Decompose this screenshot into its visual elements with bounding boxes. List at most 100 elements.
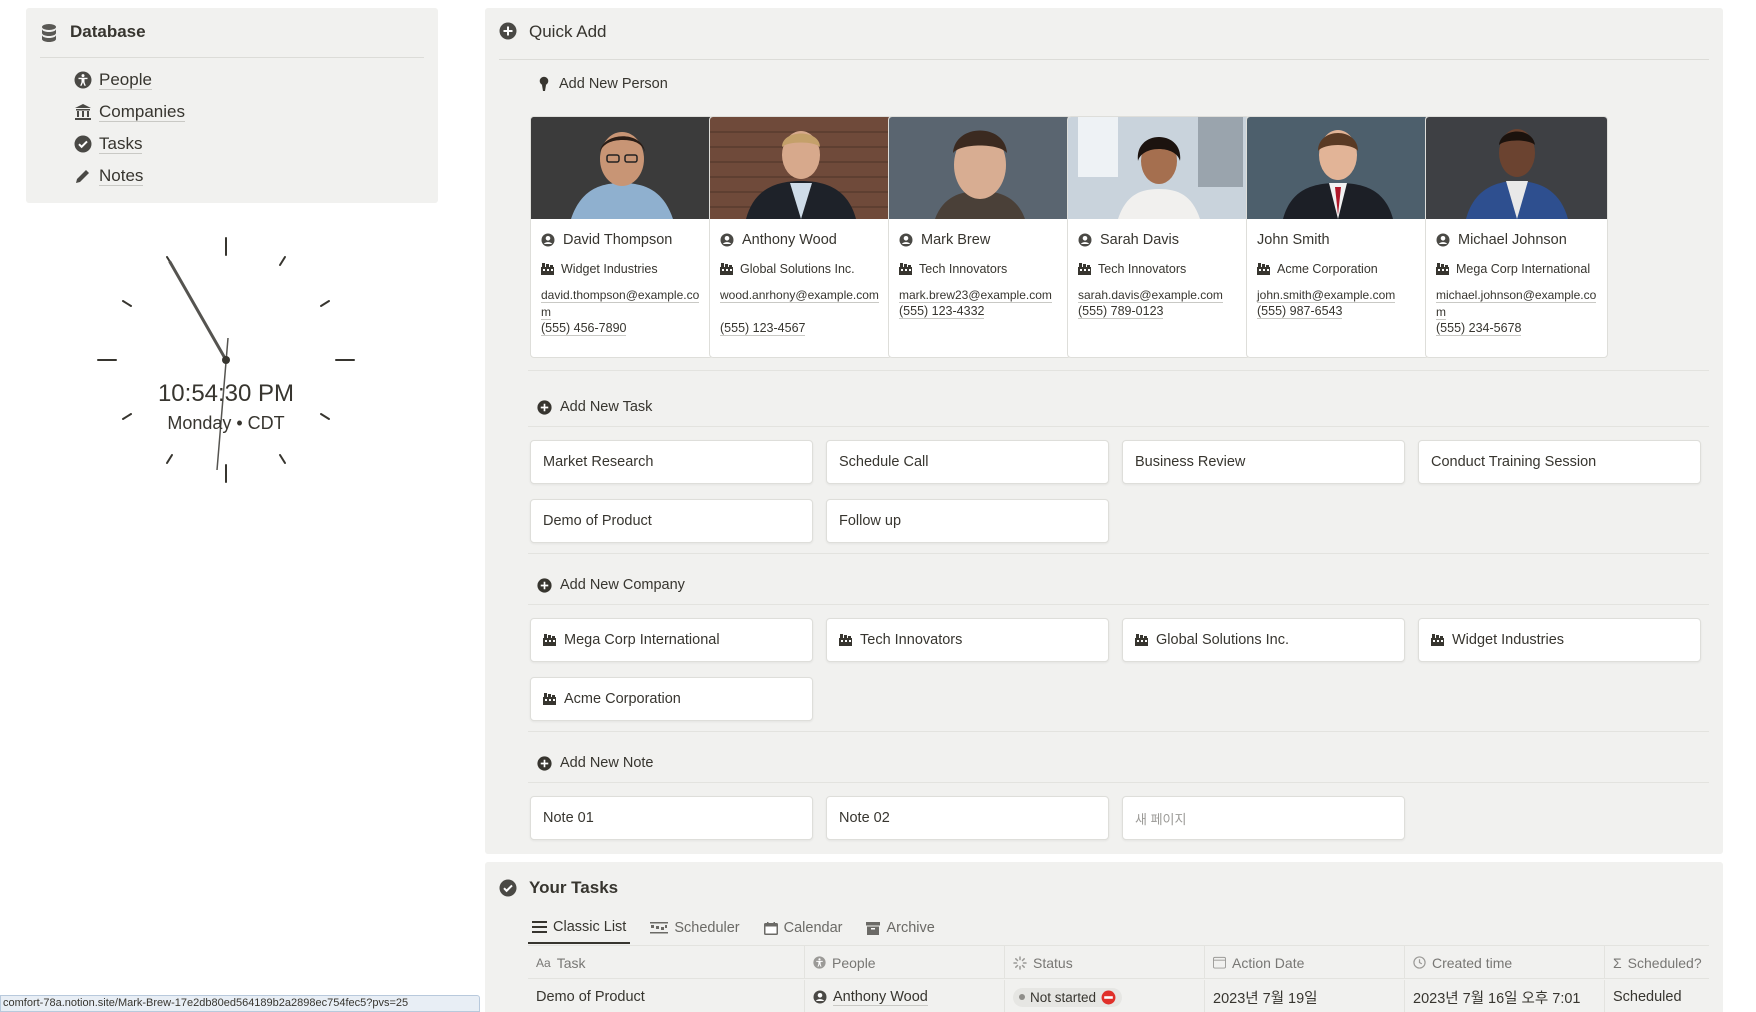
person-email[interactable]: wood.anrhony@example.com — [720, 287, 885, 304]
tab-classic-list[interactable]: Classic List — [528, 912, 631, 944]
person-pin-icon — [539, 76, 549, 91]
person-email[interactable]: mark.brew23@example.com — [899, 287, 1064, 304]
company-template-button[interactable]: Tech Innovators — [826, 618, 1109, 662]
database-item-companies[interactable]: Companies — [74, 96, 185, 128]
accessibility-icon — [74, 71, 92, 89]
person-name: John Smith — [1257, 232, 1330, 248]
task-template-button[interactable]: Conduct Training Session — [1418, 440, 1701, 484]
person-email[interactable]: john.smith@example.com — [1257, 287, 1422, 304]
tab-archive[interactable]: Archive — [862, 912, 938, 944]
database-panel: Database People Companies Tasks Notes — [26, 8, 438, 203]
task-template-button[interactable]: Business Review — [1122, 440, 1405, 484]
person-company: Tech Innovators — [1078, 262, 1186, 276]
building-icon — [543, 693, 556, 705]
building-icon — [1431, 634, 1444, 646]
database-item-people[interactable]: People — [74, 64, 185, 96]
database-item-notes[interactable]: Notes — [74, 160, 185, 192]
person-name: Mark Brew — [899, 232, 990, 248]
building-icon — [720, 263, 733, 275]
building-icon — [1436, 263, 1449, 275]
company-template-button[interactable]: Mega Corp International — [530, 618, 813, 662]
clock-widget: 10:54:30 PM Monday • CDT — [86, 220, 366, 500]
person-name: Michael Johnson — [1436, 232, 1567, 248]
divider — [528, 604, 1709, 605]
tab-scheduler[interactable]: Scheduler — [646, 912, 743, 944]
person-phone[interactable]: (555) 123-4567 — [720, 321, 806, 336]
person-card[interactable]: Sarah Davis Tech Innovators sarah.davis@… — [1067, 116, 1250, 358]
person-phone[interactable]: (555) 123-4332 — [899, 304, 985, 319]
database-title: Database — [70, 22, 146, 41]
your-tasks-header: Your Tasks — [499, 878, 618, 898]
your-tasks-title: Your Tasks — [529, 878, 619, 897]
cell-status[interactable]: Not started — [1005, 980, 1205, 1012]
add-company-heading[interactable]: Add New Company — [537, 577, 685, 593]
database-list: People Companies Tasks Notes — [74, 64, 185, 192]
person-company: Widget Industries — [541, 262, 658, 276]
person-photo — [889, 117, 1070, 219]
person-card[interactable]: John Smith Acme Corporation john.smith@e… — [1246, 116, 1429, 358]
person-name: Anthony Wood — [720, 232, 837, 248]
person-email[interactable]: sarah.davis@example.com — [1078, 287, 1243, 304]
note-template-button[interactable]: Note 02 — [826, 796, 1109, 840]
cell-people[interactable]: Anthony Wood — [805, 980, 1005, 1012]
person-company: Global Solutions Inc. — [720, 262, 855, 276]
link-preview-url: comfort-78a.notion.site/Mark-Brew-17e2db… — [0, 995, 480, 1012]
person-card[interactable]: Michael Johnson Mega Corp International … — [1425, 116, 1608, 358]
tab-calendar[interactable]: Calendar — [760, 912, 847, 944]
database-item-label: Companies — [99, 102, 185, 122]
person-phone[interactable]: (555) 987-6543 — [1257, 304, 1343, 319]
user-circle-icon — [813, 990, 827, 1004]
plus-circle-icon — [537, 577, 552, 593]
quick-add-panel: Quick Add Add New Person David Thompson … — [485, 8, 1723, 854]
database-item-tasks[interactable]: Tasks — [74, 128, 185, 160]
database-item-label: Notes — [99, 166, 144, 186]
column-task[interactable]: Aa Task — [528, 946, 805, 979]
person-phone[interactable]: (555) 456-7890 — [541, 321, 627, 336]
bank-icon — [75, 104, 91, 120]
database-item-label: Tasks — [99, 134, 143, 154]
note-template-button[interactable]: Note 01 — [530, 796, 813, 840]
divider — [528, 553, 1709, 554]
add-task-heading[interactable]: Add New Task — [537, 399, 652, 415]
person-card[interactable]: Mark Brew Tech Innovators mark.brew23@ex… — [888, 116, 1071, 358]
sigma-icon: Σ — [1613, 954, 1622, 971]
user-circle-icon — [541, 233, 555, 247]
table-header: Aa Task People Status Action Date Created… — [528, 945, 1709, 979]
column-action-date[interactable]: Action Date — [1205, 946, 1405, 979]
building-icon — [541, 263, 554, 275]
column-scheduled[interactable]: Σ Scheduled? — [1605, 946, 1709, 979]
new-page-button[interactable]: 새 페이지 — [1122, 796, 1405, 840]
list-icon — [532, 921, 547, 933]
add-person-heading[interactable]: Add New Person — [537, 76, 668, 92]
user-circle-icon — [1078, 233, 1092, 247]
column-status[interactable]: Status — [1005, 946, 1205, 979]
cell-action-date[interactable]: 2023년 7월 19일 — [1205, 980, 1405, 1012]
company-template-button[interactable]: Global Solutions Inc. — [1122, 618, 1405, 662]
add-note-heading[interactable]: Add New Note — [537, 755, 654, 771]
person-phone[interactable]: (555) 234-5678 — [1436, 321, 1522, 336]
task-template-button[interactable]: Demo of Product — [530, 499, 813, 543]
column-people[interactable]: People — [805, 946, 1005, 979]
person-email[interactable]: david.thompson@example.com — [541, 287, 706, 321]
task-template-button[interactable]: Follow up — [826, 499, 1109, 543]
accessibility-icon — [813, 956, 826, 969]
timeline-icon — [650, 922, 669, 934]
person-photo — [1068, 117, 1249, 219]
company-template-button[interactable]: Acme Corporation — [530, 677, 813, 721]
your-tasks-panel: Your Tasks Classic List Scheduler Calend… — [485, 862, 1723, 1012]
cell-task[interactable]: Demo of Product — [528, 980, 805, 1012]
person-name: Sarah Davis — [1078, 232, 1179, 248]
status-spinner-icon — [1013, 955, 1027, 970]
person-email[interactable]: michael.johnson@example.com — [1436, 287, 1601, 321]
company-template-button[interactable]: Widget Industries — [1418, 618, 1701, 662]
person-card[interactable]: Anthony Wood Global Solutions Inc. wood.… — [709, 116, 892, 358]
divider — [528, 782, 1709, 783]
column-created-time[interactable]: Created time — [1405, 946, 1605, 979]
database-header: Database — [40, 22, 424, 58]
clock-time: 10:54:30 PM — [157, 380, 295, 407]
task-template-button[interactable]: Schedule Call — [826, 440, 1109, 484]
person-phone[interactable]: (555) 789-0123 — [1078, 304, 1164, 319]
table-row[interactable]: Demo of Product Anthony Wood Not started… — [528, 980, 1709, 1012]
task-template-button[interactable]: Market Research — [530, 440, 813, 484]
person-card[interactable]: David Thompson Widget Industries david.t… — [530, 116, 713, 358]
